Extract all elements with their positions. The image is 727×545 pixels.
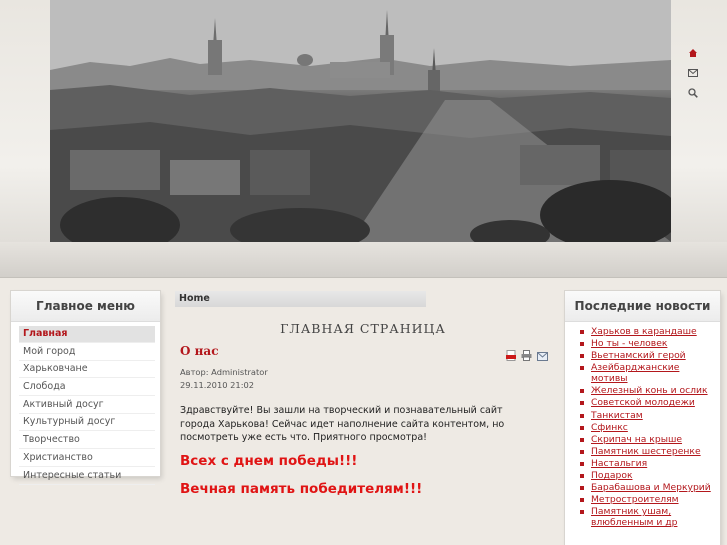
memory-greeting: Вечная память победителям!!! [180,481,423,497]
menu-item[interactable]: Интересные статьи [19,468,155,485]
pdf-icon[interactable] [506,346,516,365]
print-icon[interactable] [521,346,532,365]
menu-item[interactable]: Творчество [19,432,155,450]
news-link[interactable]: Памятник ушам, влюбленным и др [579,506,716,528]
news-link[interactable]: Советской молодежи [579,397,716,408]
latest-news-title: Последние новости [565,291,720,322]
menu-item[interactable]: Христианство [19,450,155,467]
menu-item[interactable]: Харьковчане [19,361,155,379]
article-author: Автор: Administrator [180,367,268,377]
breadcrumb[interactable]: Home [175,291,426,307]
menu-item[interactable]: Главная [19,326,155,343]
menu-item[interactable]: Культурный досуг [19,414,155,432]
main-menu-list: Главная Мой город Харьковчане Слобода Активн… [11,322,160,485]
header-band [0,242,727,278]
news-link[interactable]: Железный конь и ослик [579,385,716,396]
news-link[interactable]: Но ты - человек [579,338,716,349]
article-tools [506,346,548,365]
main-content: ГЛАВНАЯ СТРАНИЦА О нас Автор: Administra… [176,316,550,497]
news-link[interactable]: Скрипач на крыше [579,434,716,445]
header-city-photo [50,0,671,242]
latest-news-list: Харьков в карандаше Но ты - человек Вьетна… [565,322,720,528]
news-link[interactable]: Вьетнамский герой [579,350,716,361]
news-link[interactable]: Сфинкс [579,422,716,433]
menu-item[interactable]: Мой город [19,344,155,361]
news-link[interactable]: Харьков в карандаше [579,326,716,337]
news-link[interactable]: Настальгия [579,458,716,469]
menu-item[interactable]: Активный досуг [19,397,155,414]
article-meta: Автор: Administrator 29.11.2010 21:02 [180,366,268,392]
news-link[interactable]: Метростроителям [579,494,716,505]
home-icon[interactable] [687,47,699,59]
news-link[interactable]: Азейбарджанские мотивы [579,362,716,384]
search-icon[interactable] [687,87,699,99]
article-intro: Здравствуйте! Вы зашли на творческий и п… [180,405,505,443]
news-link[interactable]: Танкистам [579,410,716,421]
victory-greeting: Всех с днем победы!!! [180,453,358,469]
main-menu-title: Главное меню [11,291,160,322]
mail-icon[interactable] [687,67,699,79]
menu-item[interactable]: Слобода [19,379,155,397]
news-link[interactable]: Барабашова и Меркурий [579,482,716,493]
news-link[interactable]: Памятник шестеренке [579,446,716,457]
site-header [0,0,727,278]
news-link[interactable]: Подарок [579,470,716,481]
article-date: 29.11.2010 21:02 [180,380,255,390]
article-title[interactable]: О нас [180,344,219,358]
email-icon[interactable] [537,346,548,365]
latest-news-panel: Последние новости Харьков в карандаше Но … [565,291,720,545]
page-title: ГЛАВНАЯ СТРАНИЦА [280,321,446,336]
main-menu-panel: Главное меню Главная Мой город Харьковчане… [11,291,160,485]
